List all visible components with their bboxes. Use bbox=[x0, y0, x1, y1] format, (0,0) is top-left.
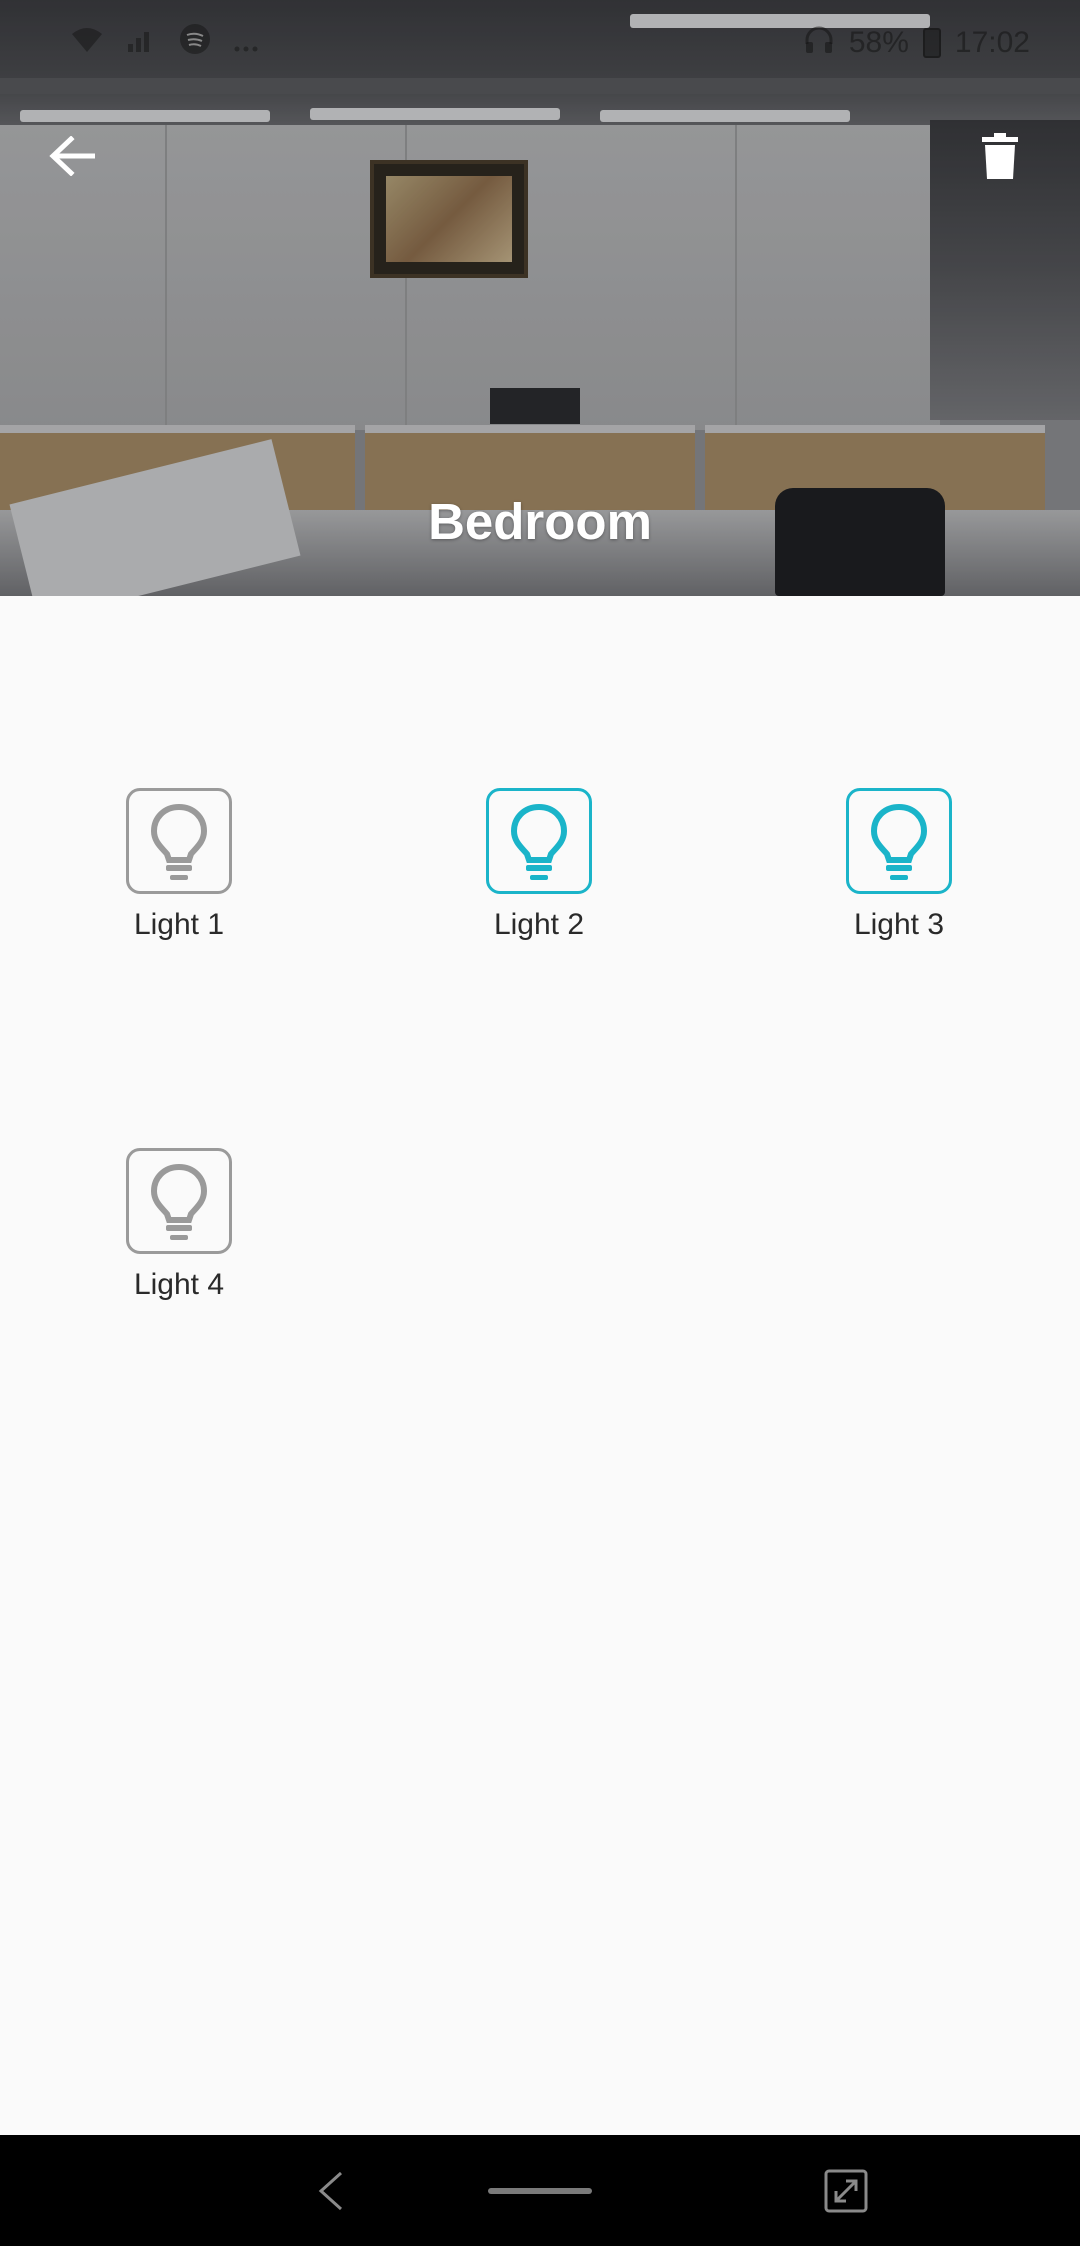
nav-rotate-button[interactable] bbox=[796, 2135, 896, 2246]
rotate-screen-icon bbox=[824, 2169, 868, 2212]
battery-percent: 58% bbox=[848, 25, 909, 59]
system-nav-bar bbox=[0, 2135, 1080, 2246]
lightbulb-icon bbox=[150, 803, 208, 880]
back-nav-icon bbox=[318, 2171, 343, 2210]
device-tile[interactable] bbox=[126, 788, 232, 894]
device-label: Light 1 bbox=[133, 908, 225, 941]
wifi-icon bbox=[70, 25, 104, 65]
nav-home-button[interactable] bbox=[460, 2135, 620, 2246]
nav-back-button[interactable] bbox=[280, 2135, 380, 2246]
device-light-4[interactable]: Light 4 bbox=[79, 1148, 279, 1302]
status-icons-left bbox=[70, 22, 258, 67]
status-icons-right: 58% 17:02 bbox=[803, 24, 1030, 61]
device-tile[interactable] bbox=[486, 788, 592, 894]
device-tile[interactable] bbox=[846, 788, 952, 894]
device-light-1[interactable]: Light 1 bbox=[79, 788, 279, 942]
room-header-photo: 58% 17:02 Bedroom bbox=[0, 0, 1080, 596]
device-tile[interactable] bbox=[126, 1148, 232, 1254]
trash-icon bbox=[982, 132, 1018, 184]
device-label: Light 3 bbox=[853, 908, 945, 941]
home-nav-pill bbox=[488, 2187, 592, 2194]
more-icon bbox=[234, 25, 258, 65]
back-button[interactable] bbox=[36, 122, 108, 194]
status-bar: 58% 17:02 bbox=[0, 0, 1080, 80]
battery-icon bbox=[922, 27, 941, 58]
lightbulb-icon bbox=[510, 803, 568, 880]
signal-icon bbox=[126, 25, 156, 65]
room-title: Bedroom bbox=[428, 493, 652, 550]
device-light-3[interactable]: Light 3 bbox=[799, 788, 999, 942]
clock: 17:02 bbox=[954, 25, 1030, 59]
lightbulb-icon bbox=[150, 1163, 208, 1240]
delete-room-button[interactable] bbox=[982, 122, 1018, 194]
arrow-left-icon bbox=[49, 134, 96, 181]
device-label: Light 4 bbox=[133, 1268, 225, 1301]
room-screen: 58% 17:02 Bedroom Light 1 Light 2 Light … bbox=[0, 0, 1080, 2246]
device-label: Light 2 bbox=[493, 908, 585, 941]
lightbulb-icon bbox=[870, 803, 928, 880]
headphones-icon bbox=[803, 24, 835, 61]
spotify-icon bbox=[178, 22, 212, 67]
device-light-2[interactable]: Light 2 bbox=[439, 788, 639, 942]
